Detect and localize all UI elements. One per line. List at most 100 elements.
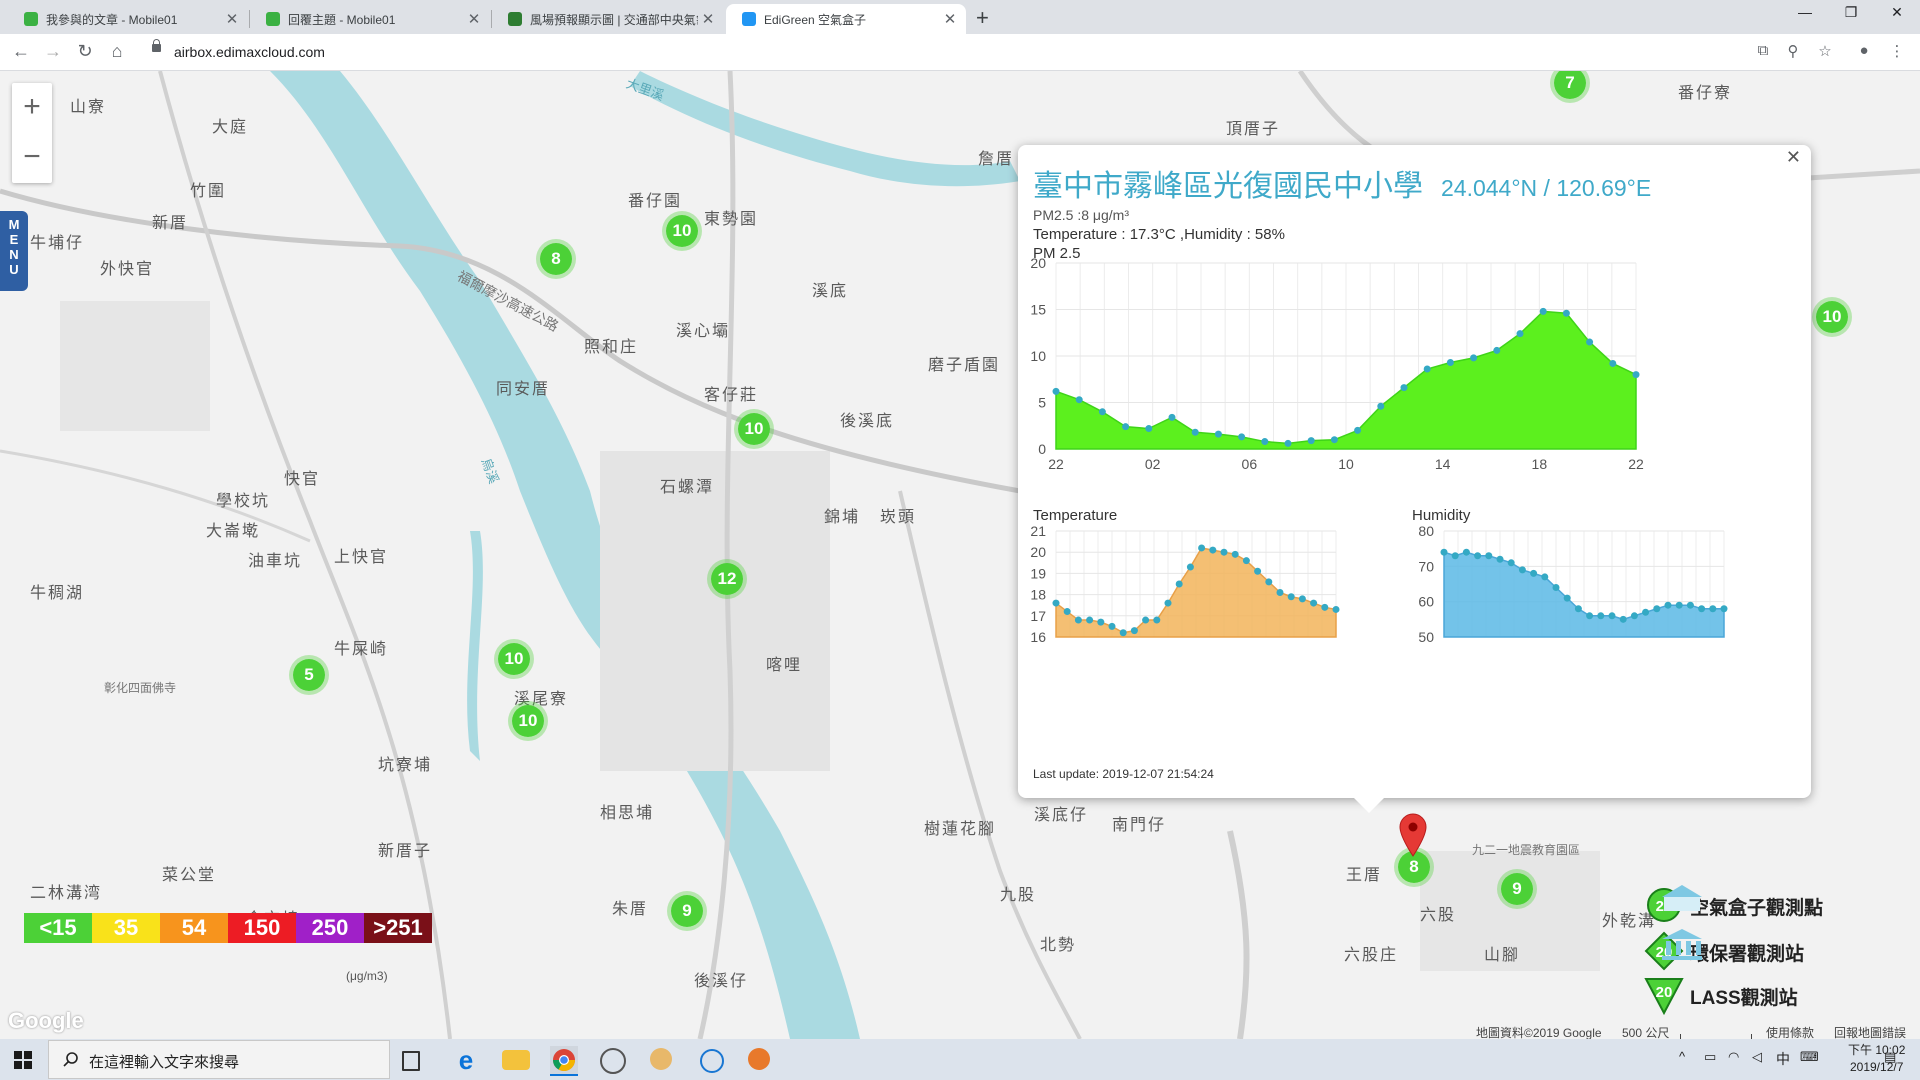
report-error-link[interactable]: 回報地圖錯誤 xyxy=(1834,1024,1906,1039)
temp-humidity-reading: Temperature : 17.3°C ,Humidity : 58% xyxy=(1033,226,1285,243)
data-point xyxy=(1642,608,1650,616)
place-label: 新厝 xyxy=(152,215,189,232)
y-tick-label: 15 xyxy=(1030,302,1046,318)
airbox-cluster-marker[interactable]: 8 xyxy=(536,239,576,279)
browser-tab-1[interactable]: 我參與的文章 - Mobile01 ✕ xyxy=(8,4,248,34)
network-icon[interactable]: ◠ xyxy=(1728,1049,1739,1065)
airbox-cluster-marker[interactable]: 10 xyxy=(662,211,702,251)
browser-tab-2[interactable]: 回覆主題 - Mobile01 ✕ xyxy=(250,4,490,34)
close-icon[interactable]: ✕ xyxy=(222,10,242,28)
data-point xyxy=(1276,588,1284,596)
app-icon[interactable] xyxy=(650,1048,672,1070)
place-label: 外快官 xyxy=(100,261,155,278)
menu-button[interactable]: M E N U xyxy=(0,211,28,291)
data-point xyxy=(1321,603,1329,611)
chrome-taskbar-active[interactable] xyxy=(550,1046,578,1076)
taskbar-clock[interactable]: 下午 10:02 2019/12/7 xyxy=(1848,1042,1905,1076)
tab-title: 風場預報顯示圖 | 交通部中央氣象局 xyxy=(530,12,698,27)
edge-browser-icon[interactable]: e xyxy=(452,1046,480,1074)
app-icon[interactable] xyxy=(748,1048,770,1070)
more-menu-icon[interactable]: ⋮ xyxy=(1886,42,1908,60)
urban-area xyxy=(600,451,830,771)
aqi-scale-item: <15 xyxy=(24,913,92,943)
minimize-icon[interactable]: — xyxy=(1782,4,1828,20)
pm25-reading: PM2.5 :8 μg/m³ xyxy=(1033,207,1129,223)
new-tab-icon[interactable]: + xyxy=(976,5,989,31)
y-tick-label: 20 xyxy=(1030,544,1046,560)
tray-chevron-icon[interactable]: ^ xyxy=(1679,1049,1685,1064)
data-point xyxy=(1619,615,1627,623)
selected-location-pin-icon[interactable] xyxy=(1398,813,1428,857)
keyboard-icon[interactable]: ⌨ xyxy=(1800,1049,1819,1065)
terms-link[interactable]: 使用條款 xyxy=(1766,1024,1814,1039)
airbox-cluster-marker[interactable]: 10 xyxy=(508,701,548,741)
browser-tab-4[interactable]: EdiGreen 空氣盒子 ✕ xyxy=(726,4,966,34)
restore-icon[interactable]: ❐ xyxy=(1828,4,1874,21)
place-label: 山寮 xyxy=(70,99,107,116)
airbox-cluster-marker[interactable]: 9 xyxy=(667,891,707,931)
zoom-icon[interactable]: ⚲ xyxy=(1782,42,1804,60)
task-view-icon[interactable] xyxy=(402,1051,420,1071)
notification-icon[interactable]: ▤ xyxy=(1884,1049,1896,1065)
zoom-out-button[interactable]: − xyxy=(12,133,52,183)
data-point xyxy=(1186,563,1194,571)
data-point xyxy=(1254,567,1262,575)
place-label: 九二一地震教育園區 xyxy=(1472,843,1581,857)
airbox-cluster-marker[interactable]: 10 xyxy=(734,409,774,449)
window-close-icon[interactable]: ✕ xyxy=(1874,4,1920,21)
aqi-scale-item: 150 xyxy=(228,913,296,943)
home-icon[interactable]: ⌂ xyxy=(104,41,130,62)
place-label: 牛埔仔 xyxy=(30,235,85,252)
battery-icon[interactable]: ▭ xyxy=(1704,1049,1716,1065)
volume-icon[interactable]: ◁ xyxy=(1752,1049,1762,1065)
close-icon[interactable]: ✕ xyxy=(1786,147,1801,168)
app-icon[interactable] xyxy=(600,1048,626,1074)
airbox-cluster-marker[interactable]: 5 xyxy=(289,655,329,695)
ime-indicator[interactable]: 中 xyxy=(1776,1049,1790,1069)
data-point xyxy=(1063,608,1071,616)
address-bar[interactable]: airbox.edimaxcloud.com xyxy=(138,38,1818,66)
bookmark-star-icon[interactable]: ☆ xyxy=(1814,42,1836,60)
data-point xyxy=(1330,436,1338,444)
airbox-cluster-marker[interactable]: 10 xyxy=(494,639,534,679)
aqi-scale-item: 35 xyxy=(92,913,160,943)
y-tick-label: 5 xyxy=(1038,395,1046,411)
aqi-scale-item: 250 xyxy=(296,913,364,943)
data-point xyxy=(1539,307,1547,315)
data-point xyxy=(1563,594,1571,602)
app-icon[interactable] xyxy=(700,1049,724,1073)
file-explorer-icon[interactable] xyxy=(502,1050,530,1070)
airbox-cluster-marker[interactable]: 10 xyxy=(1812,297,1852,337)
place-label: 詹厝 xyxy=(978,151,1015,168)
close-icon[interactable]: ✕ xyxy=(940,10,960,28)
data-point xyxy=(1377,402,1385,410)
data-point xyxy=(1686,601,1694,609)
data-point xyxy=(1423,365,1431,373)
airbox-cluster-marker[interactable]: 9 xyxy=(1497,869,1537,909)
legend-airbox: 20 空氣盒子觀測點 xyxy=(1584,885,1914,925)
taskbar-search-box[interactable]: 在這裡輸入文字來搜尋 xyxy=(48,1040,390,1079)
humidity-chart-title: Humidity xyxy=(1412,507,1471,524)
data-point xyxy=(1265,578,1273,586)
windows-start-icon[interactable] xyxy=(14,1051,32,1069)
data-point xyxy=(1493,346,1501,354)
browser-tab-3[interactable]: 風場預報顯示圖 | 交通部中央氣象局 ✕ xyxy=(492,4,724,34)
map-canvas[interactable]: 山寮 大庭 竹圍 新厝 牛埔仔 外快官 番仔園 東勢園 溪底 照和庄 溪心壩 同… xyxy=(0,71,1920,1039)
back-arrow-icon[interactable]: ← xyxy=(8,41,34,62)
place-label: 竹圍 xyxy=(190,183,227,200)
airbox-cluster-marker[interactable]: 12 xyxy=(707,559,747,599)
data-point xyxy=(1307,437,1315,445)
place-label: 喀哩 xyxy=(766,657,803,674)
place-label: 同安厝 xyxy=(496,381,551,398)
data-point xyxy=(1052,599,1060,607)
forward-arrow-icon[interactable]: → xyxy=(40,41,66,62)
zoom-in-button[interactable]: + xyxy=(12,83,52,133)
data-point xyxy=(1632,371,1640,379)
data-point xyxy=(1440,548,1448,556)
close-icon[interactable]: ✕ xyxy=(698,10,718,28)
data-point xyxy=(1287,593,1295,601)
close-icon[interactable]: ✕ xyxy=(464,10,484,28)
reload-icon[interactable]: ↻ xyxy=(72,41,98,62)
profile-icon[interactable]: ● xyxy=(1853,42,1875,59)
translate-icon[interactable]: ⧉ xyxy=(1752,42,1774,59)
